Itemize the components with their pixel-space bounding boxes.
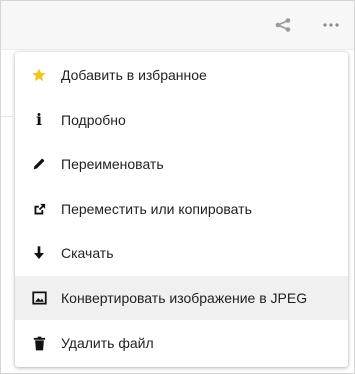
share-button[interactable]	[271, 15, 295, 35]
menu-item-label: Удалить файл	[61, 335, 154, 351]
menu-item-label: Добавить в избранное	[61, 67, 207, 83]
menu-item-label: Подробно	[61, 112, 126, 128]
image-icon	[31, 290, 47, 306]
menu-item-label: Скачать	[61, 245, 114, 261]
trash-icon	[31, 335, 47, 351]
download-icon	[31, 245, 47, 261]
move-copy-icon	[31, 201, 47, 217]
menu-item-label: Переименовать	[61, 156, 164, 172]
more-horizontal-icon	[323, 23, 339, 27]
file-actions-menu: Добавить в избранное i Подробно Переимен…	[15, 52, 348, 367]
menu-item-rename[interactable]: Переименовать	[15, 142, 348, 186]
menu-item-label: Переместить или копировать	[61, 201, 252, 217]
menu-item-download[interactable]: Скачать	[15, 231, 348, 275]
pencil-icon	[31, 156, 47, 172]
background-divider	[1, 116, 13, 117]
menu-item-move-copy[interactable]: Переместить или копировать	[15, 187, 348, 231]
menu-item-add-favorite[interactable]: Добавить в избранное	[15, 53, 348, 97]
menu-item-delete-file[interactable]: Удалить файл	[15, 321, 348, 365]
star-icon	[31, 67, 47, 83]
menu-item-convert-jpeg[interactable]: Конвертировать изображение в JPEG	[15, 276, 348, 320]
info-icon: i	[35, 110, 43, 129]
more-options-button[interactable]	[319, 15, 343, 35]
top-toolbar	[1, 1, 354, 50]
menu-item-details[interactable]: i Подробно	[15, 98, 348, 142]
share-icon	[275, 18, 291, 32]
menu-item-label: Конвертировать изображение в JPEG	[61, 290, 308, 306]
